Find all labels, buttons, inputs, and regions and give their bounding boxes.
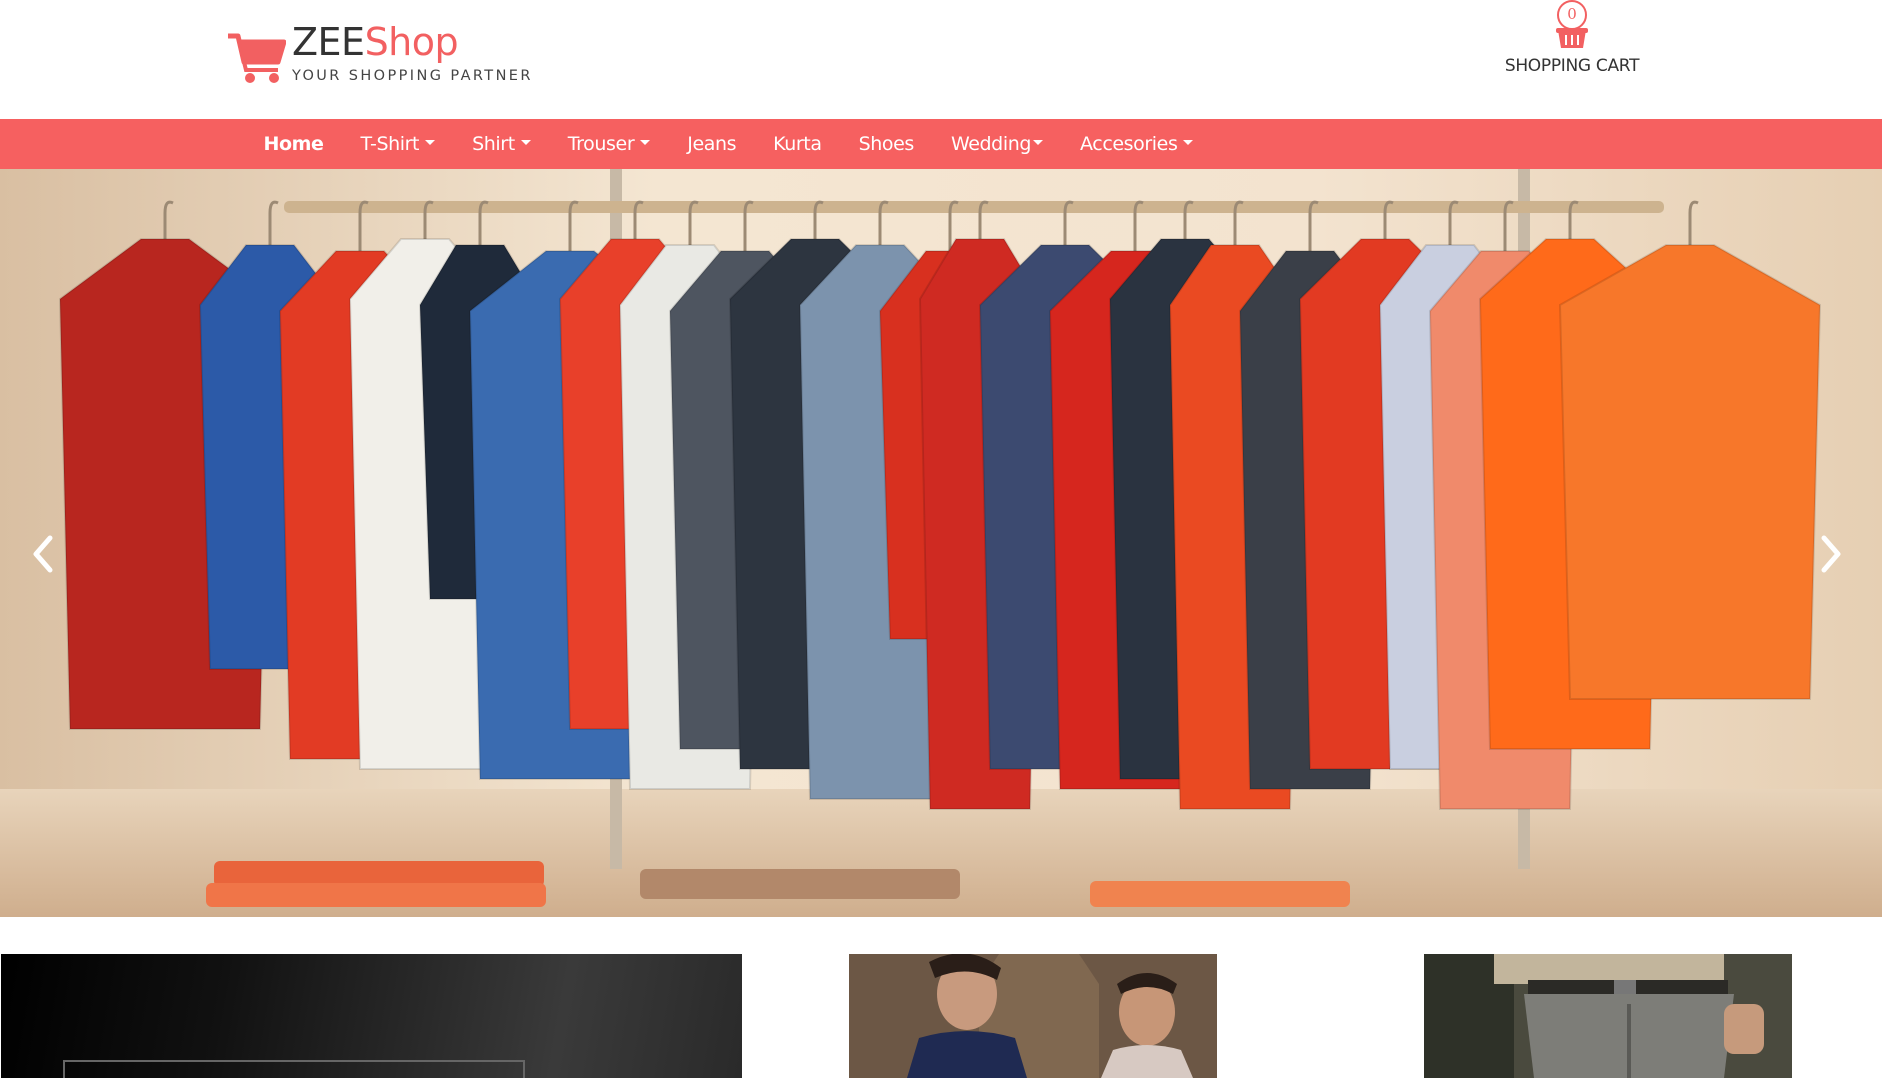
caret-down-icon <box>425 140 436 145</box>
carousel-prev-button[interactable] <box>24 524 64 584</box>
site-logo[interactable]: ZEEShop YOUR SHOPPING PARTNER <box>226 22 533 88</box>
nav-item-trouser[interactable]: Trouser <box>549 119 668 169</box>
promo-tile-dark-banner[interactable] <box>1 954 742 1078</box>
brand-name-part1: ZEE <box>292 20 365 64</box>
carousel-next-button[interactable] <box>1810 524 1850 584</box>
main-navigation: Home T-Shirt Shirt Trouser Jeans Kurta S… <box>0 119 1882 169</box>
shopping-cart-icon <box>228 33 286 83</box>
clothing-rack-photo <box>0 169 1882 917</box>
shopping-cart-widget[interactable]: 0 SHOPPING CART <box>1496 0 1648 86</box>
caret-down-icon <box>640 140 651 145</box>
cart-label: SHOPPING CART <box>1504 56 1640 76</box>
nav-item-label: T-Shirt <box>360 133 420 155</box>
nav-item-label: Jeans <box>687 133 737 155</box>
caret-down-icon <box>520 140 531 145</box>
nav-item-label: Shirt <box>472 133 515 155</box>
brand-name-part2: Shop <box>364 20 459 64</box>
promo-tile-kurta-models[interactable] <box>849 954 1217 1078</box>
nav-item-tshirt[interactable]: T-Shirt <box>342 119 454 169</box>
nav-item-home[interactable]: Home <box>245 119 342 169</box>
hero-carousel[interactable] <box>0 169 1882 917</box>
brand-tagline: YOUR SHOPPING PARTNER <box>292 68 533 84</box>
nav-item-shirt[interactable]: Shirt <box>454 119 550 169</box>
caret-down-icon <box>1183 140 1194 145</box>
nav-item-shoes[interactable]: Shoes <box>840 119 932 169</box>
banner-frame <box>63 1060 525 1078</box>
nav-item-wedding[interactable]: Wedding <box>932 119 1061 169</box>
caret-down-icon <box>1033 140 1044 145</box>
nav-item-label: Shoes <box>858 133 915 155</box>
trousers-model-photo <box>1424 954 1792 1078</box>
cart-count-badge: 0 <box>1567 5 1577 23</box>
nav-item-accesories[interactable]: Accesories <box>1062 119 1212 169</box>
kurta-models-photo <box>849 954 1217 1078</box>
nav-item-jeans[interactable]: Jeans <box>669 119 755 169</box>
nav-item-label: Home <box>263 133 324 155</box>
nav-item-label: Accesories <box>1080 133 1178 155</box>
nav-item-label: Wedding <box>950 133 1032 155</box>
brand-name: ZEEShop <box>292 22 533 62</box>
nav-item-label: Kurta <box>773 133 822 155</box>
promo-tile-trousers-model[interactable] <box>1424 954 1792 1078</box>
site-header: ZEEShop YOUR SHOPPING PARTNER 0 SHOPPING… <box>0 0 1882 119</box>
nav-item-label: Trouser <box>567 133 635 155</box>
nav-item-kurta[interactable]: Kurta <box>755 119 840 169</box>
